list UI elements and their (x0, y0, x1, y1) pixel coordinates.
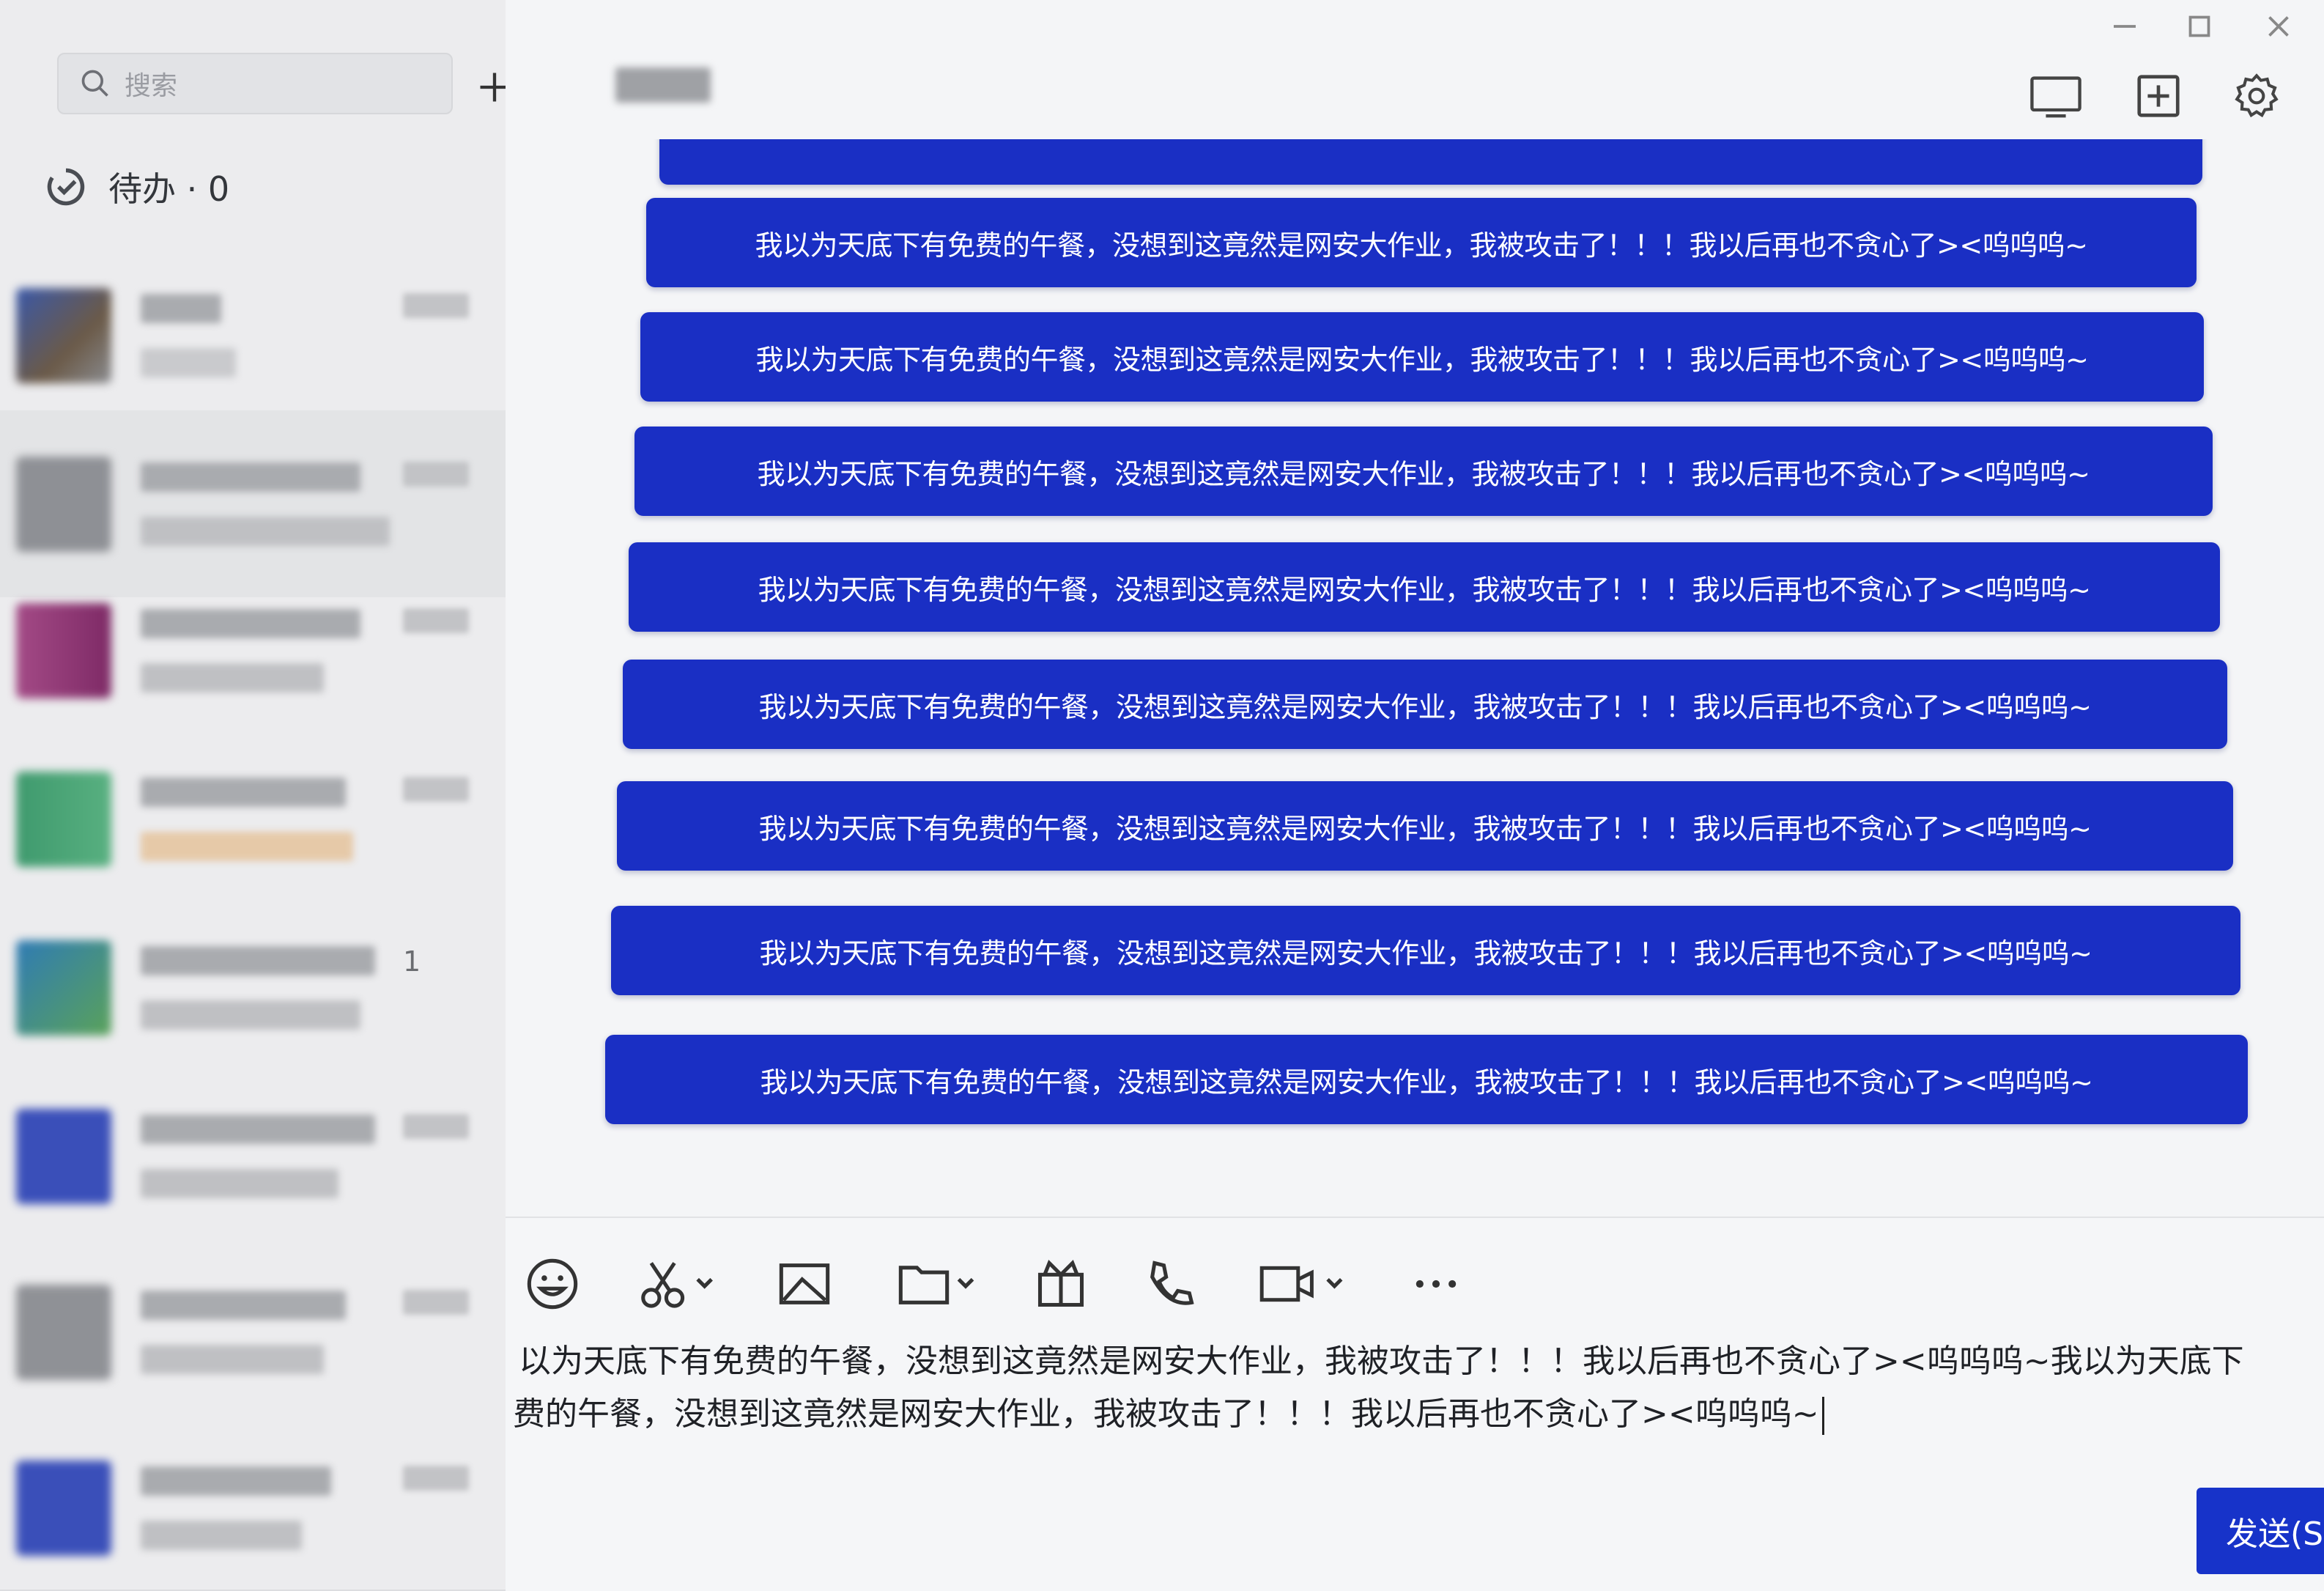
chat-title (615, 67, 711, 103)
file-button[interactable] (894, 1247, 982, 1321)
message-bubble[interactable]: 我以为天底下有免费的午餐，没想到这竟然是网安大作业，我被攻击了！！！我以后再也不… (629, 542, 2220, 632)
avatar (16, 287, 111, 383)
minimize-icon (2114, 25, 2136, 28)
chat-panel: 我以为天底下有免费的午餐，没想到这竟然是网安大作业，我被攻击了！！！我以后再也不… (506, 0, 2324, 1591)
more-button[interactable] (1408, 1247, 1464, 1321)
chat-header (506, 0, 2324, 147)
emoji-icon (527, 1258, 578, 1310)
message-bubble[interactable]: 我以为天底下有免费的午餐，没想到这竟然是网安大作业，我被攻击了！！！我以后再也不… (640, 312, 2204, 402)
video-icon (1259, 1266, 1343, 1302)
search-input[interactable]: 搜索 (57, 53, 453, 114)
contact-item[interactable] (0, 242, 506, 429)
message-bubble[interactable]: 我以为天底下有免费的午餐，没想到这竟然是网安大作业，我被攻击了！！！我以后再也不… (623, 660, 2227, 749)
screen-share-icon (2030, 76, 2081, 118)
phone-icon (1150, 1260, 1194, 1305)
scissors-icon (641, 1262, 713, 1308)
image-icon (779, 1263, 830, 1304)
avatar (16, 771, 111, 867)
gift-box-icon (1037, 1259, 1084, 1307)
message-text: 我以为天底下有免费的午餐，没想到这竟然是网安大作业，我被攻击了！！！我以后再也不… (755, 229, 2088, 262)
message-input[interactable]: 以为天底下有免费的午餐，没想到这竟然是网安大作业，我被攻击了！！！我以后再也不贪… (506, 1335, 2324, 1441)
image-button[interactable] (777, 1247, 832, 1321)
contact-item[interactable]: 1 (0, 894, 506, 1081)
sidebar: 搜索 待办 · 0 1 (0, 0, 506, 1590)
message-bubble[interactable]: 我以为天底下有免费的午餐，没想到这竟然是网安大作业，我被攻击了！！！我以后再也不… (617, 781, 2233, 871)
message-text: 我以为天底下有免费的午餐，没想到这竟然是网安大作业，我被攻击了！！！我以后再也不… (758, 573, 2091, 606)
video-call-button[interactable] (1257, 1247, 1348, 1321)
unread-count: 1 (403, 945, 421, 978)
message-bubble[interactable]: 我以为天底下有免费的午餐，没想到这竟然是网安大作业，我被攻击了！！！我以后再也不… (634, 427, 2213, 516)
avatar (16, 1284, 111, 1380)
send-button[interactable]: 发送(S (2197, 1488, 2324, 1574)
search-placeholder: 搜索 (125, 71, 178, 101)
plus-icon (480, 73, 506, 102)
settings-button[interactable] (2229, 70, 2284, 122)
draft-line: 费的午餐，没想到这竟然是网安大作业，我被攻击了！！！我以后再也不贪心了><呜呜呜… (513, 1395, 1819, 1433)
maximize-icon (2188, 15, 2210, 37)
add-button[interactable] (469, 62, 506, 113)
message-bubble[interactable]: 我以为天底下有免费的午餐，没想到这竟然是网安大作业，我被攻击了！！！我以后再也不… (646, 198, 2197, 287)
avatar (16, 456, 111, 552)
message-text: 我以为天底下有免费的午餐，没想到这竟然是网安大作业，我被攻击了！！！我以后再也不… (758, 690, 2092, 723)
message-text: 我以为天底下有免费的午餐，没想到这竟然是网安大作业，我被攻击了！！！我以后再也不… (759, 937, 2092, 970)
todo-label: 待办 · 0 (108, 169, 230, 209)
avatar (16, 1460, 111, 1556)
close-icon (2268, 16, 2289, 37)
message-bubble[interactable] (659, 139, 2202, 185)
message-bubble[interactable]: 我以为天底下有免费的午餐，没想到这竟然是网安大作业，我被攻击了！！！我以后再也不… (605, 1035, 2248, 1124)
message-text: 我以为天底下有免费的午餐，没想到这竟然是网安大作业，我被攻击了！！！我以后再也不… (760, 1066, 2093, 1099)
maximize-button[interactable] (2177, 4, 2221, 48)
voice-call-button[interactable] (1143, 1247, 1199, 1321)
gift-button[interactable] (1033, 1247, 1089, 1321)
draft-line: 以为天底下有免费的午餐，没想到这竟然是网安大作业，我被攻击了！！！我以后再也不贪… (519, 1343, 2244, 1380)
contact-item[interactable] (0, 557, 506, 744)
screen-share-button[interactable] (2028, 70, 2084, 122)
todo-entry[interactable]: 待办 · 0 (0, 147, 506, 227)
contact-item[interactable] (0, 1063, 506, 1249)
add-member-button[interactable] (2131, 70, 2186, 122)
text-caret (1821, 1397, 1824, 1435)
add-member-icon (2137, 75, 2180, 117)
avatar (16, 940, 111, 1036)
chat-app-window: 搜索 待办 · 0 1 我以为天底下有免费的午餐，没想到这竟然是网安大作业，我被… (0, 0, 2324, 1591)
message-bubble[interactable]: 我以为天底下有免费的午餐，没想到这竟然是网安大作业，我被攻击了！！！我以后再也不… (611, 906, 2240, 995)
avatar (16, 1108, 111, 1204)
composer: 以为天底下有免费的午餐，没想到这竟然是网安大作业，我被攻击了！！！我以后再也不贪… (506, 1217, 2324, 1591)
message-text: 我以为天底下有免费的午餐，没想到这竟然是网安大作业，我被攻击了！！！我以后再也不… (755, 343, 2089, 376)
folder-icon (898, 1266, 974, 1304)
message-text: 我以为天底下有免费的午餐，没想到这竟然是网安大作业，我被攻击了！！！我以后再也不… (758, 812, 2092, 845)
message-text: 我以为天底下有免费的午餐，没想到这竟然是网安大作业，我被攻击了！！！我以后再也不… (757, 457, 2090, 490)
contact-item[interactable] (0, 726, 506, 912)
search-icon (81, 70, 108, 97)
settings-icon (2235, 73, 2279, 118)
todo-icon (47, 168, 85, 206)
screenshot-button[interactable] (637, 1247, 725, 1321)
contact-item[interactable] (0, 1239, 506, 1425)
contact-item[interactable] (0, 1414, 506, 1590)
minimize-button[interactable] (2103, 4, 2147, 48)
close-button[interactable] (2257, 4, 2301, 48)
more-icon (1416, 1280, 1457, 1288)
avatar (16, 602, 111, 698)
message-list[interactable]: 我以为天底下有免费的午餐，没想到这竟然是网安大作业，我被攻击了！！！我以后再也不… (506, 139, 2324, 1187)
emoji-button[interactable] (525, 1247, 580, 1321)
